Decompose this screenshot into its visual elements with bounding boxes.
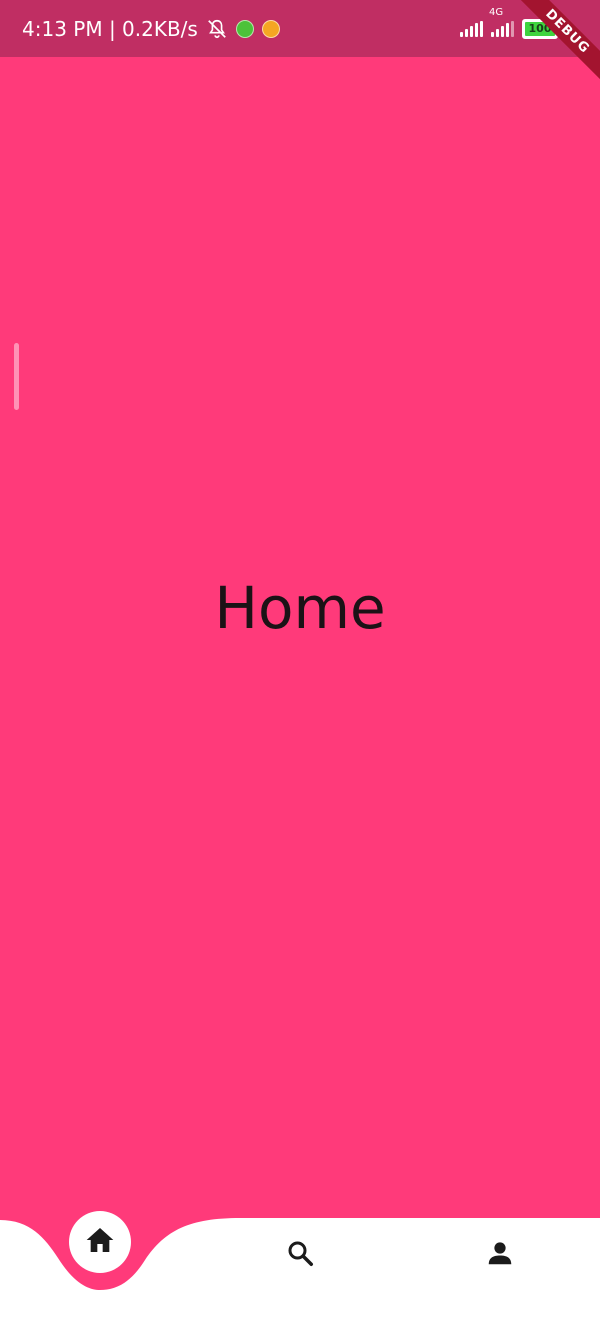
battery-level: 100 bbox=[528, 22, 552, 35]
status-time-speed: 4:13 PM | 0.2KB/s bbox=[22, 16, 198, 41]
person-icon bbox=[485, 1238, 515, 1273]
page-title: Home bbox=[214, 574, 386, 642]
nav-profile-button[interactable] bbox=[480, 1235, 520, 1275]
status-bar: 4:13 PM | 0.2KB/s 4G 100 DEBUG bbox=[0, 0, 600, 93]
home-icon bbox=[84, 1224, 116, 1261]
nav-search-button[interactable] bbox=[280, 1235, 320, 1275]
side-drag-handle[interactable] bbox=[14, 343, 19, 410]
battery-icon: 100 bbox=[522, 18, 561, 39]
network-type-label: 4G bbox=[489, 6, 504, 18]
nav-home-button[interactable] bbox=[69, 1211, 131, 1273]
app-notification-icon-orange bbox=[261, 19, 280, 38]
signal-strength-icon-2 bbox=[491, 20, 514, 37]
status-right: 4G 100 bbox=[460, 0, 561, 57]
search-icon bbox=[285, 1238, 315, 1273]
mobile-data-icon: 4G bbox=[489, 7, 514, 37]
status-left: 4:13 PM | 0.2KB/s bbox=[22, 0, 280, 57]
bell-off-icon bbox=[206, 18, 228, 40]
signal-strength-icon bbox=[460, 20, 483, 37]
app-screen: 4:13 PM | 0.2KB/s 4G 100 DEBUG Home bbox=[0, 0, 600, 1333]
app-notification-icon-green bbox=[235, 19, 254, 38]
